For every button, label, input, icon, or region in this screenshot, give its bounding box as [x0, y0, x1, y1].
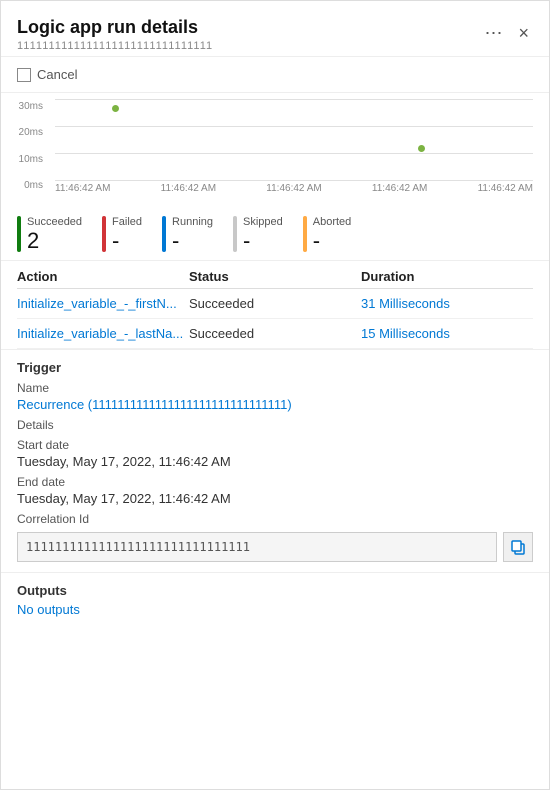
status-aborted: Aborted -	[303, 216, 352, 252]
trigger-label: Trigger	[17, 360, 533, 375]
outputs-label: Outputs	[17, 583, 533, 598]
ylabel-10: 10ms	[19, 154, 43, 165]
xlabel-1: 11:46:42 AM	[161, 183, 216, 194]
xlabel-0: 11:46:42 AM	[55, 183, 110, 194]
panel: Logic app run details 111111111111111111…	[0, 0, 550, 790]
header: Logic app run details 111111111111111111…	[1, 1, 549, 57]
more-button[interactable]: ⋯	[480, 21, 506, 46]
status-skipped: Skipped -	[233, 216, 283, 252]
status-name-running: Running	[172, 216, 213, 228]
hline-mid2	[55, 153, 533, 154]
page-title: Logic app run details	[17, 17, 480, 38]
copy-icon	[510, 539, 526, 555]
row1-status: Succeeded	[189, 296, 361, 311]
no-outputs: No outputs	[17, 602, 533, 617]
trigger-section: Trigger Name Recurrence (111111111111111…	[1, 350, 549, 573]
correlation-label: Correlation Id	[17, 512, 533, 526]
row2-status: Succeeded	[189, 326, 361, 341]
header-left: Logic app run details 111111111111111111…	[17, 17, 480, 52]
status-count-running: -	[172, 230, 213, 252]
xlabel-2: 11:46:42 AM	[266, 183, 321, 194]
col-action: Action	[17, 269, 189, 284]
hline-bottom	[55, 180, 533, 181]
table-row: Initialize_variable_-_firstN... Succeede…	[17, 289, 533, 319]
status-name-failed: Failed	[112, 216, 142, 228]
start-date-label: Start date	[17, 438, 533, 452]
row1-action[interactable]: Initialize_variable_-_firstN...	[17, 296, 189, 311]
chart-area: 30ms 20ms 10ms 0ms 11:46:42 AM 11:46:42 …	[1, 93, 549, 208]
status-bar-skipped	[233, 216, 237, 252]
chart-dot-2	[418, 145, 425, 152]
status-count-aborted: -	[313, 230, 352, 252]
status-count-skipped: -	[243, 230, 283, 252]
hline-mid1	[55, 126, 533, 127]
start-date-value: Tuesday, May 17, 2022, 11:46:42 AM	[17, 454, 533, 469]
table-row: Initialize_variable_-_lastNa... Succeede…	[17, 319, 533, 349]
cancel-checkbox[interactable]	[17, 68, 31, 82]
row2-duration: 15 Milliseconds	[361, 326, 533, 341]
status-count-failed: -	[112, 230, 142, 252]
header-subtitle: 1111111111111111111111111111111	[17, 40, 480, 52]
close-button[interactable]: ×	[514, 21, 533, 46]
ylabel-30: 30ms	[19, 101, 43, 112]
status-name-succeeded: Succeeded	[27, 216, 82, 228]
name-label: Name	[17, 381, 533, 395]
status-bar-succeeded	[17, 216, 21, 252]
ylabel-20: 20ms	[19, 127, 43, 138]
status-bar-aborted	[303, 216, 307, 252]
hline-top	[55, 99, 533, 100]
row2-action[interactable]: Initialize_variable_-_lastNa...	[17, 326, 189, 341]
status-running: Running -	[162, 216, 213, 252]
chart-grid	[55, 99, 533, 181]
cancel-label: Cancel	[37, 67, 77, 82]
chart-dot-1	[112, 105, 119, 112]
status-count-succeeded: 2	[27, 230, 82, 252]
chart-xaxis: 11:46:42 AM 11:46:42 AM 11:46:42 AM 11:4…	[55, 181, 533, 198]
xlabel-4: 11:46:42 AM	[478, 183, 533, 194]
status-succeeded: Succeeded 2	[17, 216, 82, 252]
details-label: Details	[17, 418, 533, 432]
ylabel-0: 0ms	[24, 180, 43, 191]
table-header: Action Status Duration	[17, 261, 533, 289]
status-bar-running	[162, 216, 166, 252]
end-date-value: Tuesday, May 17, 2022, 11:46:42 AM	[17, 491, 533, 506]
col-duration: Duration	[361, 269, 533, 284]
outputs-section: Outputs No outputs	[1, 573, 549, 627]
chart-yaxis: 30ms 20ms 10ms 0ms	[1, 101, 47, 191]
correlation-input[interactable]	[17, 532, 497, 562]
xlabel-3: 11:46:42 AM	[372, 183, 427, 194]
trigger-name-value[interactable]: Recurrence (1111111111111111111111111111…	[17, 397, 533, 412]
status-name-aborted: Aborted	[313, 216, 352, 228]
correlation-row	[17, 532, 533, 562]
status-row: Succeeded 2 Failed - Running - Skipped -	[1, 208, 549, 261]
header-icons: ⋯ ×	[480, 17, 533, 46]
col-status: Status	[189, 269, 361, 284]
status-failed: Failed -	[102, 216, 142, 252]
status-bar-failed	[102, 216, 106, 252]
end-date-label: End date	[17, 475, 533, 489]
row1-duration: 31 Milliseconds	[361, 296, 533, 311]
status-name-skipped: Skipped	[243, 216, 283, 228]
copy-button[interactable]	[503, 532, 533, 562]
table-section: Action Status Duration Initialize_variab…	[1, 261, 549, 350]
cancel-row: Cancel	[1, 57, 549, 93]
